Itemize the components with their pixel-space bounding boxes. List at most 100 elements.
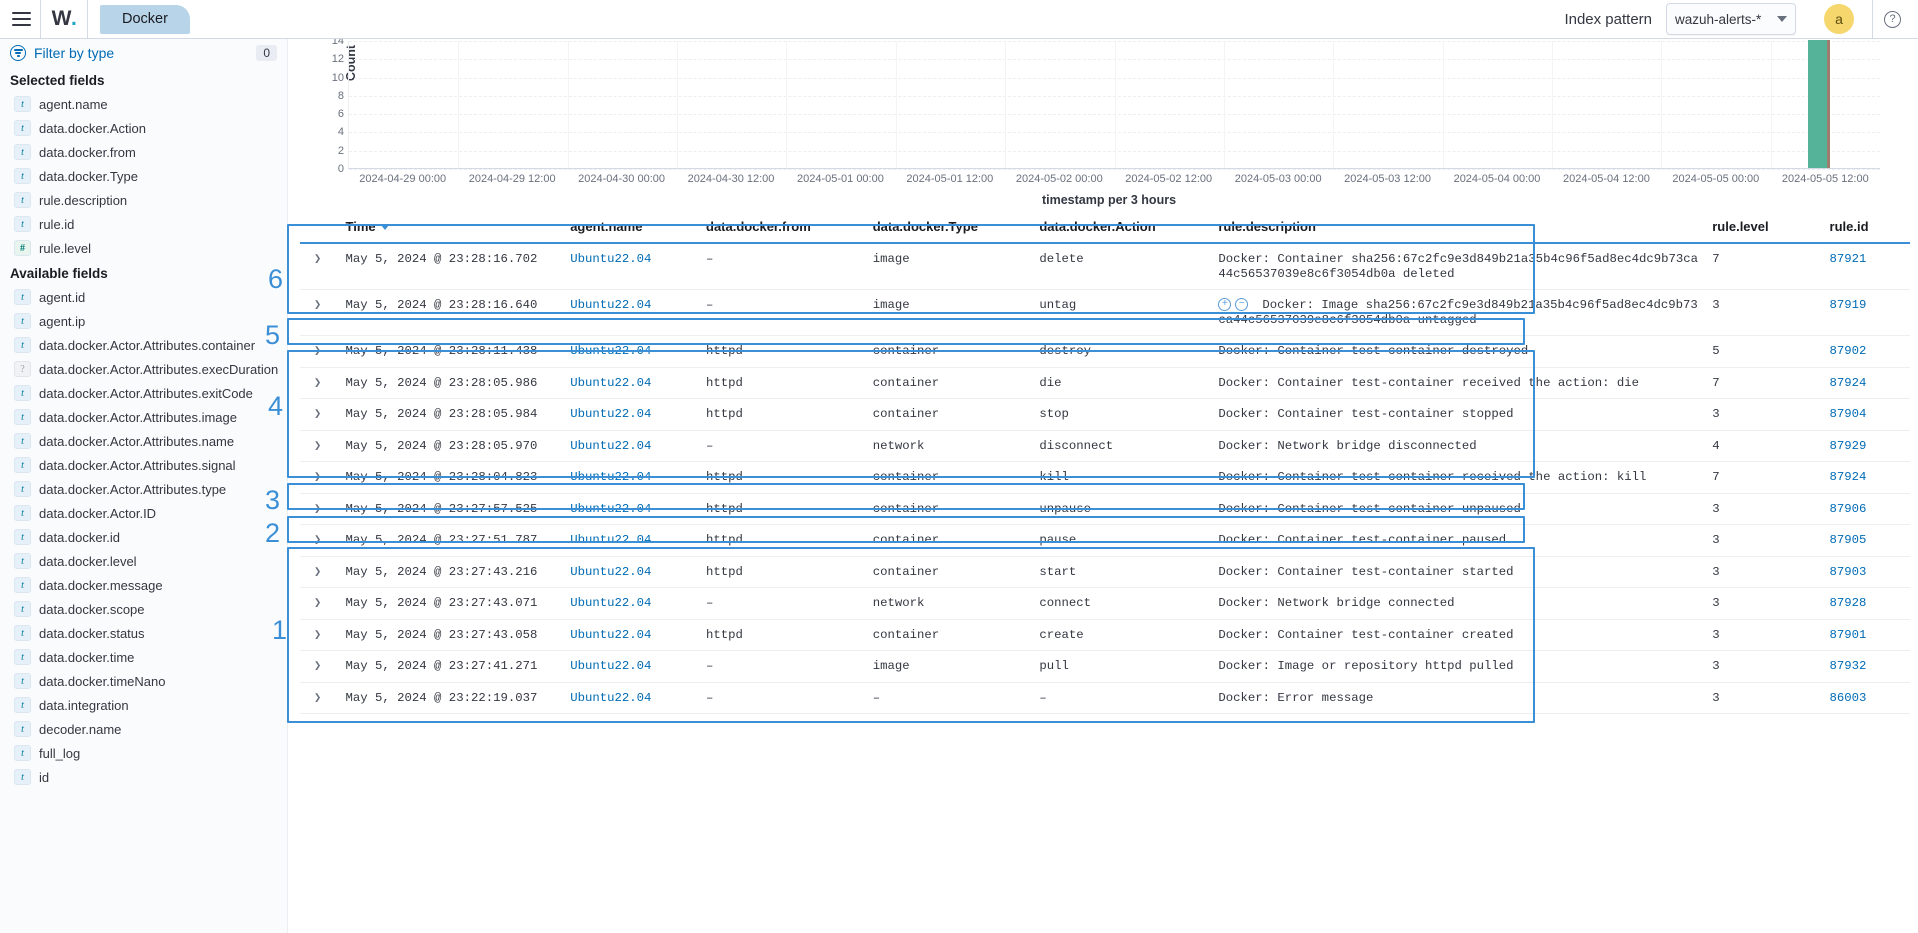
chevron-right-icon[interactable]: ❯ xyxy=(306,596,321,610)
available-field-data-docker-level[interactable]: tdata.docker.level xyxy=(0,549,287,573)
chevron-right-icon[interactable]: ❯ xyxy=(306,691,321,705)
available-field-data-docker-time[interactable]: tdata.docker.time xyxy=(0,645,287,669)
filter-for-value-icon[interactable]: + xyxy=(1218,298,1231,311)
agent-name-link[interactable]: Ubuntu22.04 xyxy=(570,344,651,358)
row-expand-toggle[interactable]: ❯ xyxy=(300,493,340,525)
table-row[interactable]: ❯May 5, 2024 @ 23:28:16.702Ubuntu22.04–i… xyxy=(300,243,1910,290)
row-expand-toggle[interactable]: ❯ xyxy=(300,556,340,588)
table-header-desc[interactable]: rule.description xyxy=(1212,215,1706,243)
available-field-data-docker-status[interactable]: tdata.docker.status xyxy=(0,621,287,645)
chart-bar[interactable] xyxy=(1808,40,1830,168)
rule-id-link[interactable]: 87905 xyxy=(1830,533,1867,547)
available-field-data-docker-Actor-Attributes-execDuration[interactable]: ?data.docker.Actor.Attributes.execDurati… xyxy=(0,357,287,381)
table-header-id[interactable]: rule.id xyxy=(1824,215,1910,243)
available-field-agent-ip[interactable]: tagent.ip xyxy=(0,309,287,333)
agent-name-link[interactable]: Ubuntu22.04 xyxy=(570,407,651,421)
sort-desc-icon[interactable] xyxy=(381,225,389,230)
table-row[interactable]: ❯May 5, 2024 @ 23:28:05.984Ubuntu22.04ht… xyxy=(300,399,1910,431)
selected-field-rule-level[interactable]: #rule.level xyxy=(0,236,287,260)
available-field-data-docker-timeNano[interactable]: tdata.docker.timeNano xyxy=(0,669,287,693)
agent-name-link[interactable]: Ubuntu22.04 xyxy=(570,439,651,453)
chevron-right-icon[interactable]: ❯ xyxy=(306,565,321,579)
chevron-right-icon[interactable]: ❯ xyxy=(306,407,321,421)
row-expand-toggle[interactable]: ❯ xyxy=(300,367,340,399)
available-field-data-docker-Actor-Attributes-exitCode[interactable]: tdata.docker.Actor.Attributes.exitCode xyxy=(0,381,287,405)
available-field-data-docker-Actor-Attributes-signal[interactable]: tdata.docker.Actor.Attributes.signal xyxy=(0,453,287,477)
available-field-data-docker-Actor-Attributes-image[interactable]: tdata.docker.Actor.Attributes.image xyxy=(0,405,287,429)
agent-name-link[interactable]: Ubuntu22.04 xyxy=(570,659,651,673)
selected-field-agent-name[interactable]: tagent.name xyxy=(0,92,287,116)
table-header-agent[interactable]: agent.name xyxy=(564,215,700,243)
rule-id-link[interactable]: 86003 xyxy=(1830,691,1867,705)
row-expand-toggle[interactable]: ❯ xyxy=(300,290,340,336)
wazuh-logo[interactable]: W. xyxy=(40,0,88,39)
hamburger-menu-icon[interactable] xyxy=(0,12,40,26)
rule-id-link[interactable]: 87924 xyxy=(1830,470,1867,484)
selected-field-rule-description[interactable]: trule.description xyxy=(0,188,287,212)
selected-field-data-docker-from[interactable]: tdata.docker.from xyxy=(0,140,287,164)
agent-name-link[interactable]: Ubuntu22.04 xyxy=(570,691,651,705)
filter-by-type-row[interactable]: Filter by type 0 xyxy=(0,39,287,67)
rule-id-link[interactable]: 87919 xyxy=(1830,298,1867,312)
index-pattern-select[interactable]: wazuh-alerts-* xyxy=(1666,3,1796,35)
available-field-data-docker-scope[interactable]: tdata.docker.scope xyxy=(0,597,287,621)
available-field-data-integration[interactable]: tdata.integration xyxy=(0,693,287,717)
table-row[interactable]: ❯May 5, 2024 @ 23:27:43.216Ubuntu22.04ht… xyxy=(300,556,1910,588)
rule-id-link[interactable]: 87903 xyxy=(1830,565,1867,579)
table-header-from[interactable]: data.docker.from xyxy=(700,215,867,243)
available-field-agent-id[interactable]: tagent.id xyxy=(0,285,287,309)
agent-name-link[interactable]: Ubuntu22.04 xyxy=(570,502,651,516)
table-row[interactable]: ❯May 5, 2024 @ 23:27:43.071Ubuntu22.04–n… xyxy=(300,588,1910,620)
chevron-right-icon[interactable]: ❯ xyxy=(306,628,321,642)
available-field-data-docker-message[interactable]: tdata.docker.message xyxy=(0,573,287,597)
chevron-right-icon[interactable]: ❯ xyxy=(306,344,321,358)
table-row[interactable]: ❯May 5, 2024 @ 23:27:41.271Ubuntu22.04–i… xyxy=(300,651,1910,683)
row-expand-toggle[interactable]: ❯ xyxy=(300,619,340,651)
chevron-right-icon[interactable]: ❯ xyxy=(306,470,321,484)
available-field-data-docker-Actor-ID[interactable]: tdata.docker.Actor.ID xyxy=(0,501,287,525)
rule-id-link[interactable]: 87929 xyxy=(1830,439,1867,453)
rule-id-link[interactable]: 87932 xyxy=(1830,659,1867,673)
available-field-data-docker-Actor-Attributes-type[interactable]: tdata.docker.Actor.Attributes.type xyxy=(0,477,287,501)
table-header-type[interactable]: data.docker.Type xyxy=(867,215,1034,243)
selected-field-data-docker-Type[interactable]: tdata.docker.Type xyxy=(0,164,287,188)
agent-name-link[interactable]: Ubuntu22.04 xyxy=(570,533,651,547)
available-field-data-docker-Actor-Attributes-name[interactable]: tdata.docker.Actor.Attributes.name xyxy=(0,429,287,453)
rule-id-link[interactable]: 87901 xyxy=(1830,628,1867,642)
rule-id-link[interactable]: 87906 xyxy=(1830,502,1867,516)
row-expand-toggle[interactable]: ❯ xyxy=(300,651,340,683)
agent-name-link[interactable]: Ubuntu22.04 xyxy=(570,596,651,610)
chevron-right-icon[interactable]: ❯ xyxy=(306,502,321,516)
selected-field-rule-id[interactable]: trule.id xyxy=(0,212,287,236)
table-row[interactable]: ❯May 5, 2024 @ 23:27:57.525Ubuntu22.04ht… xyxy=(300,493,1910,525)
available-field-data-docker-id[interactable]: tdata.docker.id xyxy=(0,525,287,549)
row-expand-toggle[interactable]: ❯ xyxy=(300,399,340,431)
table-header-level[interactable]: rule.level xyxy=(1706,215,1823,243)
agent-name-link[interactable]: Ubuntu22.04 xyxy=(570,252,651,266)
table-row[interactable]: ❯May 5, 2024 @ 23:27:51.787Ubuntu22.04ht… xyxy=(300,525,1910,557)
help-icon[interactable]: ? xyxy=(1872,0,1912,39)
app-tab-docker[interactable]: Docker xyxy=(100,5,190,34)
available-field-data-docker-Actor-Attributes-container[interactable]: tdata.docker.Actor.Attributes.container xyxy=(0,333,287,357)
rule-id-link[interactable]: 87921 xyxy=(1830,252,1867,266)
rule-id-link[interactable]: 87904 xyxy=(1830,407,1867,421)
table-row[interactable]: ❯May 5, 2024 @ 23:27:43.058Ubuntu22.04ht… xyxy=(300,619,1910,651)
row-expand-toggle[interactable]: ❯ xyxy=(300,525,340,557)
table-header-time[interactable]: Time xyxy=(340,215,565,243)
agent-name-link[interactable]: Ubuntu22.04 xyxy=(570,298,651,312)
row-expand-toggle[interactable]: ❯ xyxy=(300,430,340,462)
agent-name-link[interactable]: Ubuntu22.04 xyxy=(570,376,651,390)
chevron-right-icon[interactable]: ❯ xyxy=(306,252,321,266)
table-row[interactable]: ❯May 5, 2024 @ 23:28:16.640Ubuntu22.04–i… xyxy=(300,290,1910,336)
table-header-action[interactable]: data.docker.Action xyxy=(1033,215,1212,243)
agent-name-link[interactable]: Ubuntu22.04 xyxy=(570,470,651,484)
chevron-right-icon[interactable]: ❯ xyxy=(306,439,321,453)
selected-field-data-docker-Action[interactable]: tdata.docker.Action xyxy=(0,116,287,140)
row-expand-toggle[interactable]: ❯ xyxy=(300,243,340,290)
chevron-right-icon[interactable]: ❯ xyxy=(306,376,321,390)
rule-id-link[interactable]: 87928 xyxy=(1830,596,1867,610)
chevron-right-icon[interactable]: ❯ xyxy=(306,659,321,673)
row-expand-toggle[interactable]: ❯ xyxy=(300,682,340,714)
filter-out-value-icon[interactable]: − xyxy=(1235,298,1248,311)
agent-name-link[interactable]: Ubuntu22.04 xyxy=(570,628,651,642)
